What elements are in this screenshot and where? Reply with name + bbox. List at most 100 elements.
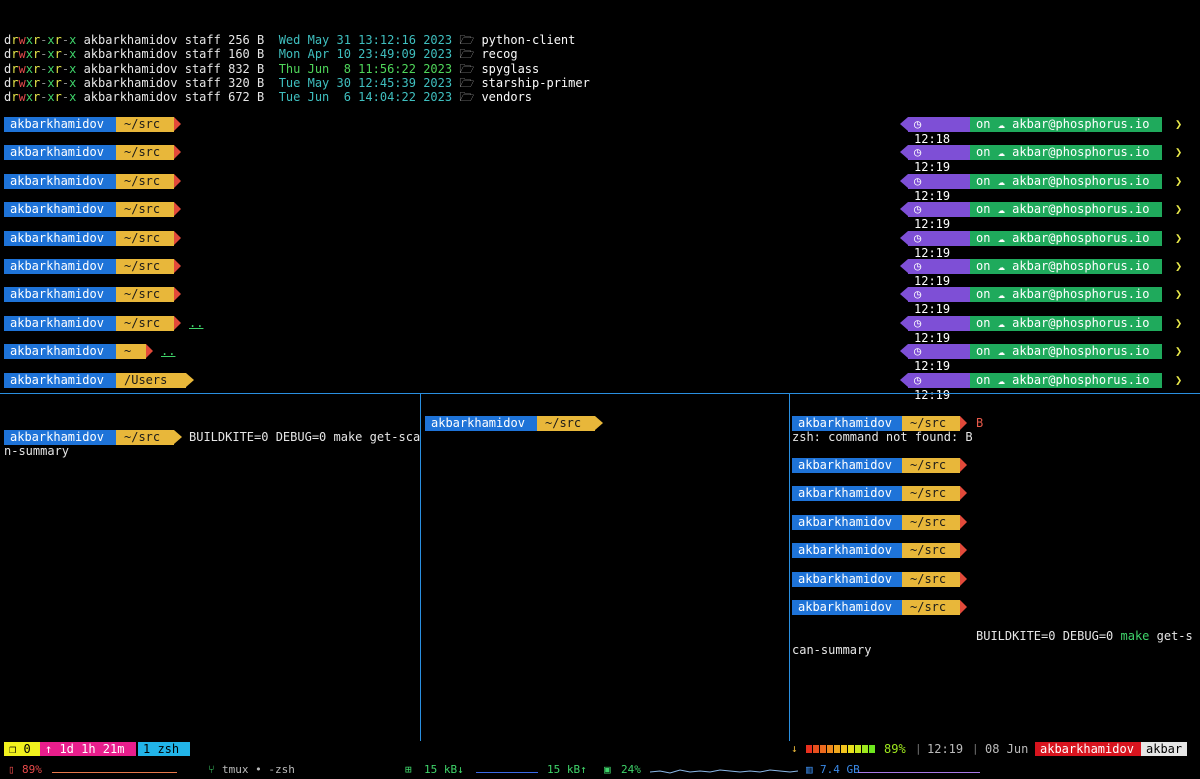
network-out: 15 kB↑ — [547, 763, 587, 776]
cpu-icon: ▣ — [604, 763, 611, 776]
permissions: rwxr-xr-x — [11, 61, 77, 76]
cpu-usage: 24% — [621, 763, 641, 776]
right-pane[interactable]: akbarkhamidov ~/src B zsh: command not f… — [790, 394, 1200, 741]
right-prompt-start-icon — [900, 145, 908, 160]
download-arrow-icon: ↓ — [791, 742, 798, 755]
directory-name[interactable]: starship-primer — [481, 76, 589, 90]
prompt-user-segment: akbarkhamidov — [792, 514, 902, 530]
left-pane[interactable]: akbarkhamidov ~/src BUILDKITE=0 DEBUG=0 … — [0, 394, 420, 741]
directory-name[interactable]: vendors — [481, 90, 532, 104]
time-segment: ◷ 12:19 — [908, 173, 970, 203]
network-graph — [476, 772, 538, 773]
permissions: rwxr-xr-x — [11, 90, 77, 105]
account-segment: on ☁ akbar@phosphorus.io — [970, 287, 1162, 303]
prompt-user-segment: akbarkhamidov — [792, 600, 902, 615]
prompt-user-segment: akbarkhamidov — [792, 543, 902, 559]
account-segment: on ☁ akbar@phosphorus.io — [970, 315, 1162, 331]
prompt-path-segment: ~/src — [902, 600, 960, 615]
prompt-user-segment: akbarkhamidov — [4, 315, 116, 331]
account-segment: on ☁ akbar@phosphorus.io — [970, 145, 1162, 161]
session-indicator[interactable]: ❐ 0 — [4, 742, 40, 756]
directory-name[interactable]: spyglass — [481, 62, 539, 76]
prompt-end-icon — [174, 202, 181, 217]
cloud-icon: ☁ — [997, 117, 1005, 131]
prompt-chevron-icon: ❯ — [1175, 145, 1183, 160]
directory-name[interactable]: python-client — [481, 33, 575, 47]
battery-icon: ▯ — [8, 763, 15, 776]
prompt-end-icon — [960, 571, 967, 586]
prompt-end-icon — [174, 259, 181, 273]
prompt-path-segment: ~/src — [116, 230, 174, 246]
ls-row: drwxr-xr-x akbarkhamidov staff 832 B Thu… — [4, 61, 540, 76]
prompt-path-segment: ~/src — [902, 571, 960, 587]
prompt-user-segment: akbarkhamidov — [425, 416, 537, 431]
clock-icon: ◷ — [914, 173, 922, 188]
meter-segment — [855, 745, 861, 753]
meter-segment — [827, 745, 833, 753]
account-segment: on ☁ akbar@phosphorus.io — [970, 173, 1162, 189]
clock-icon: ◷ — [914, 259, 922, 273]
prompt-end-icon — [960, 486, 967, 501]
account-segment: on ☁ akbar@phosphorus.io — [970, 117, 1162, 132]
prompt-end-icon — [146, 344, 153, 359]
ls-row: drwxr-xr-x akbarkhamidov staff 160 B Mon… — [4, 47, 518, 62]
prompt-end-icon — [174, 145, 181, 160]
right-prompt-start-icon — [900, 202, 908, 217]
hostname-badge: akbar — [1141, 742, 1187, 756]
prompt-path-segment: ~/src — [116, 287, 174, 303]
time-segment: ◷ 12:19 — [908, 344, 970, 373]
prompt-user-segment: akbarkhamidov — [4, 202, 116, 218]
prompt-end-icon — [960, 543, 967, 558]
folder-icon: 🗁 — [459, 90, 475, 105]
battery-percent: 89% — [884, 742, 906, 756]
prompt-path-segment: ~/src — [116, 202, 174, 218]
prompt-path-segment: ~/src — [902, 543, 960, 559]
command-text: BUILDKITE=0 DEBUG=0 make get-s — [976, 629, 1193, 643]
prompt-chevron-icon: ❯ — [1175, 372, 1183, 387]
prompt-path-segment: ~/src — [902, 514, 960, 530]
prompt-end-icon — [960, 458, 967, 472]
prompt-path-segment: ~/src — [116, 259, 174, 274]
clock-icon: ◷ — [914, 315, 922, 330]
prompt-chevron-icon: ❯ — [1175, 202, 1183, 217]
meter-segment — [848, 745, 854, 753]
prompt-user-segment: akbarkhamidov — [4, 372, 116, 388]
right-prompt-start-icon — [900, 230, 908, 245]
memory-bar — [858, 772, 980, 773]
account-segment: on ☁ akbar@phosphorus.io — [970, 372, 1162, 388]
permissions: rwxr-xr-x — [11, 75, 77, 90]
prompt-end-icon — [186, 372, 194, 387]
prompt-chevron-icon: ❯ — [1175, 259, 1183, 273]
error-message: zsh: command not found: B — [792, 430, 973, 444]
tmux-status-bar: ❐ 0 ↑ 1d 1h 21m 1 zsh ↓ 89% | 12:19 | 08… — [0, 741, 1200, 756]
meter-segment — [806, 745, 812, 753]
meter-segment — [869, 745, 875, 753]
cloud-icon: ☁ — [997, 287, 1005, 302]
account-segment: on ☁ akbar@phosphorus.io — [970, 230, 1162, 246]
time-segment: ◷ 12:19 — [908, 145, 970, 174]
meter-segment — [862, 745, 868, 753]
directory-name[interactable]: recog — [481, 47, 517, 61]
session-icon: ❐ — [9, 742, 17, 756]
command-text: B — [976, 416, 984, 430]
cloud-icon: ☁ — [997, 202, 1005, 217]
prompt-user-segment: akbarkhamidov — [4, 259, 116, 274]
folder-icon: 🗁 — [459, 61, 475, 76]
meter-segment — [813, 745, 819, 753]
prompt-user-segment: akbarkhamidov — [4, 344, 116, 360]
window-tab-1[interactable]: 1 zsh — [138, 742, 190, 756]
prompt-chevron-icon: ❯ — [1175, 344, 1183, 359]
permissions: rwxr-xr-x — [11, 47, 77, 62]
cloud-icon: ☁ — [997, 315, 1005, 330]
separator: | — [915, 742, 922, 755]
account-segment: on ☁ akbar@phosphorus.io — [970, 344, 1162, 360]
prompt-user-segment: akbarkhamidov — [4, 117, 116, 132]
prompt-end-icon — [960, 600, 967, 614]
cpu-graph — [650, 769, 798, 774]
cloud-icon: ☁ — [997, 173, 1005, 188]
prompt-chevron-icon: ❯ — [1175, 230, 1183, 245]
clock-icon: ◷ — [914, 145, 922, 160]
clock-icon: ◷ — [914, 230, 922, 245]
prompt-end-icon — [174, 117, 181, 131]
middle-pane[interactable]: akbarkhamidov ~/src — [421, 394, 789, 741]
